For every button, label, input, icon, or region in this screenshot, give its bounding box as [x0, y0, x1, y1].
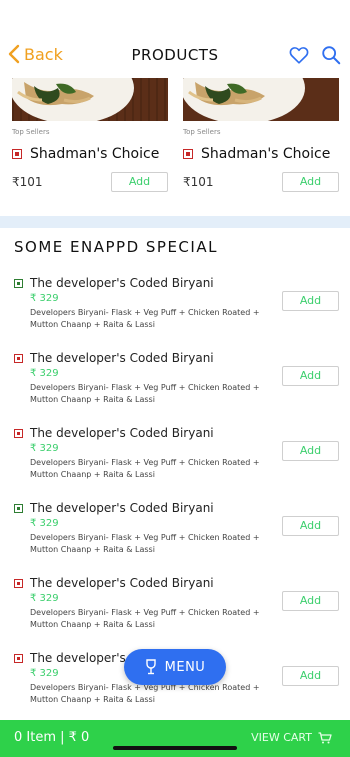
item-description: Developers Biryani- Flask + Veg Puff + C…	[30, 683, 260, 704]
cart-bar: 0 Item | ₹ 0 VIEW CART	[0, 720, 350, 757]
product-card[interactable]: Top Sellers Shadman's Choice ₹101 Add	[12, 78, 168, 192]
heart-icon[interactable]	[288, 44, 310, 66]
list-item[interactable]: The developer's Coded Biryani ₹ 329 Deve…	[0, 347, 350, 422]
top-sellers-row: Top Sellers Shadman's Choice ₹101 Add To…	[0, 78, 350, 215]
item-name: The developer's Coded Biryani	[30, 351, 214, 365]
cart-summary: 0 Item | ₹ 0	[14, 730, 90, 745]
card-tag: Top Sellers	[183, 128, 221, 136]
nonveg-indicator-icon	[14, 429, 23, 438]
product-name: Shadman's Choice	[201, 146, 331, 162]
add-button[interactable]: Add	[282, 516, 339, 536]
add-button[interactable]: Add	[282, 591, 339, 611]
veg-indicator-icon	[14, 279, 23, 288]
nonveg-indicator-icon	[14, 654, 23, 663]
item-name: The developer's Coded Biryani	[30, 501, 214, 515]
list-item[interactable]: The developer's Coded Biryani ₹ 329 Deve…	[0, 272, 350, 347]
item-description: Developers Biryani- Flask + Veg Puff + C…	[30, 458, 260, 479]
home-indicator	[113, 746, 237, 750]
product-image	[12, 78, 168, 121]
menu-button[interactable]: MENU	[124, 649, 226, 685]
product-card[interactable]: Top Sellers Shadman's Choice ₹101 Add	[183, 78, 339, 192]
list-item[interactable]: The developer's Coded Biryani ₹ 329 Deve…	[0, 422, 350, 497]
item-price: ₹ 329	[30, 368, 59, 379]
add-button[interactable]: Add	[282, 441, 339, 461]
add-button[interactable]: Add	[111, 172, 168, 192]
item-price: ₹ 329	[30, 518, 59, 529]
menu-label: MENU	[164, 659, 206, 675]
veg-indicator-icon	[14, 504, 23, 513]
product-image	[183, 78, 339, 121]
item-name: The developer's Coded Biryani	[30, 276, 214, 290]
product-price: ₹101	[12, 175, 43, 189]
product-price: ₹101	[183, 175, 214, 189]
section-divider	[0, 216, 350, 228]
add-button[interactable]: Add	[282, 291, 339, 311]
nonveg-indicator-icon	[183, 149, 193, 159]
nonveg-indicator-icon	[14, 579, 23, 588]
item-description: Developers Biryani- Flask + Veg Puff + C…	[30, 533, 260, 554]
list-item[interactable]: The developer's Coded Biryani ₹ 329 Deve…	[0, 572, 350, 647]
card-tag: Top Sellers	[12, 128, 50, 136]
add-button[interactable]: Add	[282, 366, 339, 386]
add-button[interactable]: Add	[282, 172, 339, 192]
item-name: The developer's Coded Biryani	[30, 576, 214, 590]
wine-glass-icon	[145, 659, 156, 675]
item-price: ₹ 329	[30, 668, 59, 679]
nonveg-indicator-icon	[12, 149, 22, 159]
add-button[interactable]: Add	[282, 666, 339, 686]
section-title: SOME ENAPPD SPECIAL	[14, 238, 218, 256]
view-cart-button[interactable]: VIEW CART	[251, 731, 332, 744]
nonveg-indicator-icon	[14, 354, 23, 363]
list-item[interactable]: The developer's Coded Biryani ₹ 329 Deve…	[0, 497, 350, 572]
item-description: Developers Biryani- Flask + Veg Puff + C…	[30, 608, 260, 629]
search-icon[interactable]	[320, 44, 342, 66]
item-price: ₹ 329	[30, 293, 59, 304]
item-price: ₹ 329	[30, 443, 59, 454]
item-price: ₹ 329	[30, 593, 59, 604]
view-cart-label: VIEW CART	[251, 731, 312, 744]
app-header: Back PRODUCTS	[0, 0, 350, 78]
item-name: The developer's Coded Biryani	[30, 426, 214, 440]
cart-icon	[318, 731, 332, 743]
item-description: Developers Biryani- Flask + Veg Puff + C…	[30, 383, 260, 404]
product-name: Shadman's Choice	[30, 146, 160, 162]
item-description: Developers Biryani- Flask + Veg Puff + C…	[30, 308, 260, 329]
